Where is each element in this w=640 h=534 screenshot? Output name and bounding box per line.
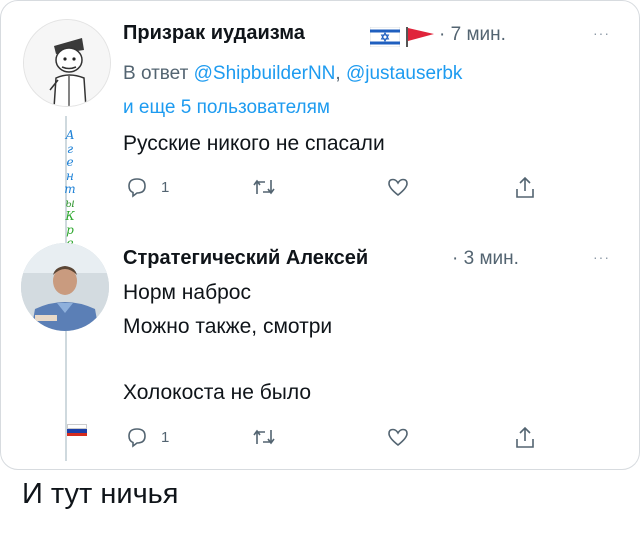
tweet-time[interactable]: · 7 мин.: [439, 24, 506, 46]
mention-separator: ,: [335, 63, 341, 84]
author-name[interactable]: Призрак иудаизма: [123, 22, 305, 45]
reply-button[interactable]: 1: [125, 425, 169, 449]
retweet-icon: [253, 179, 275, 195]
share-icon: [516, 176, 534, 198]
vertical-letter: А: [65, 128, 75, 142]
like-button[interactable]: [386, 425, 410, 449]
vertical-letter: ы: [65, 195, 75, 210]
russia-flag-icon: [67, 424, 87, 436]
tweet-text-line: Холокоста не было: [123, 381, 312, 404]
author-name[interactable]: Стратегический Алексей: [123, 247, 368, 270]
tweet-time[interactable]: · 3 мин.: [452, 248, 519, 270]
reply-icon: [128, 178, 146, 198]
vertical-letter: е: [66, 155, 74, 169]
share-button[interactable]: [513, 425, 537, 451]
reply-count: 1: [161, 178, 170, 196]
person-photo-avatar-icon: [21, 243, 109, 331]
vertical-letter: К: [65, 209, 75, 223]
reply-prefix: В ответ: [123, 63, 189, 84]
tweet-thread-card: Призрак иудаизма · 7 мин. ··· В ответ @S…: [0, 0, 640, 470]
more-options-button[interactable]: ···: [593, 25, 610, 41]
tweet-text: Русские никого не спасали: [123, 132, 385, 155]
cartoon-avatar-icon: [24, 20, 110, 106]
like-icon: [388, 428, 408, 447]
avatar-prizrak[interactable]: [23, 19, 111, 107]
mention-link[interactable]: @ShipbuilderNN: [194, 63, 336, 84]
vertical-letter: н: [66, 168, 74, 183]
red-pennant-icon: [406, 27, 434, 47]
share-button[interactable]: [513, 175, 537, 201]
avatar-aleksey[interactable]: [21, 243, 109, 331]
retweet-icon: [253, 429, 275, 445]
like-button[interactable]: [386, 175, 410, 199]
retweet-button[interactable]: [251, 425, 277, 449]
like-icon: [388, 178, 408, 197]
tweet-text-line: Норм наброс: [123, 281, 251, 304]
mention-link[interactable]: @justauserbk: [346, 63, 462, 84]
reply-button[interactable]: 1: [125, 175, 169, 199]
vertical-letter: г: [66, 141, 74, 156]
tweet-text-line: Можно также, смотри: [123, 315, 333, 338]
reply-count: 1: [161, 428, 170, 446]
retweet-button[interactable]: [251, 175, 277, 199]
share-icon: [516, 426, 534, 448]
vertical-letter: р: [66, 222, 74, 237]
more-users-link[interactable]: и еще 5 пользователям: [123, 97, 330, 118]
more-options-button[interactable]: ···: [593, 249, 610, 265]
reply-context: В ответ @ShipbuilderNN, @justauserbk и е…: [123, 57, 623, 125]
reply-icon: [128, 428, 146, 448]
meme-caption: И тут ничья: [22, 478, 179, 510]
vertical-letter: т: [64, 182, 76, 196]
israel-flag-icon: [370, 27, 400, 47]
